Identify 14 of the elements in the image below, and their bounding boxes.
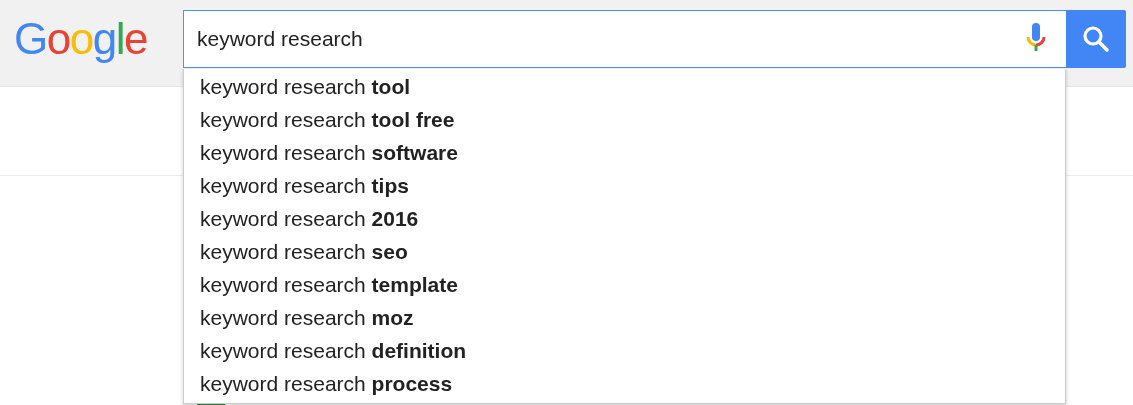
suggestion-item[interactable]: keyword research tool free bbox=[184, 103, 1065, 136]
search-field[interactable]: keyword research bbox=[183, 10, 1066, 68]
suggestion-item[interactable]: keyword research software bbox=[184, 136, 1065, 169]
suggestion-item[interactable]: keyword research process bbox=[184, 367, 1065, 400]
suggestion-item[interactable]: keyword research definition bbox=[184, 334, 1065, 367]
suggestion-item[interactable]: keyword research tips bbox=[184, 169, 1065, 202]
suggestion-item[interactable]: keyword research moz bbox=[184, 301, 1065, 334]
suggestion-item[interactable]: keyword research 2016 bbox=[184, 202, 1065, 235]
search-button[interactable] bbox=[1066, 10, 1126, 68]
search-input[interactable]: keyword research bbox=[184, 19, 1025, 59]
search-icon bbox=[1082, 25, 1110, 53]
suggestion-item[interactable]: keyword research seo bbox=[184, 235, 1065, 268]
suggestion-item[interactable]: keyword research template bbox=[184, 268, 1065, 301]
suggestion-item[interactable]: keyword research tool bbox=[184, 70, 1065, 103]
